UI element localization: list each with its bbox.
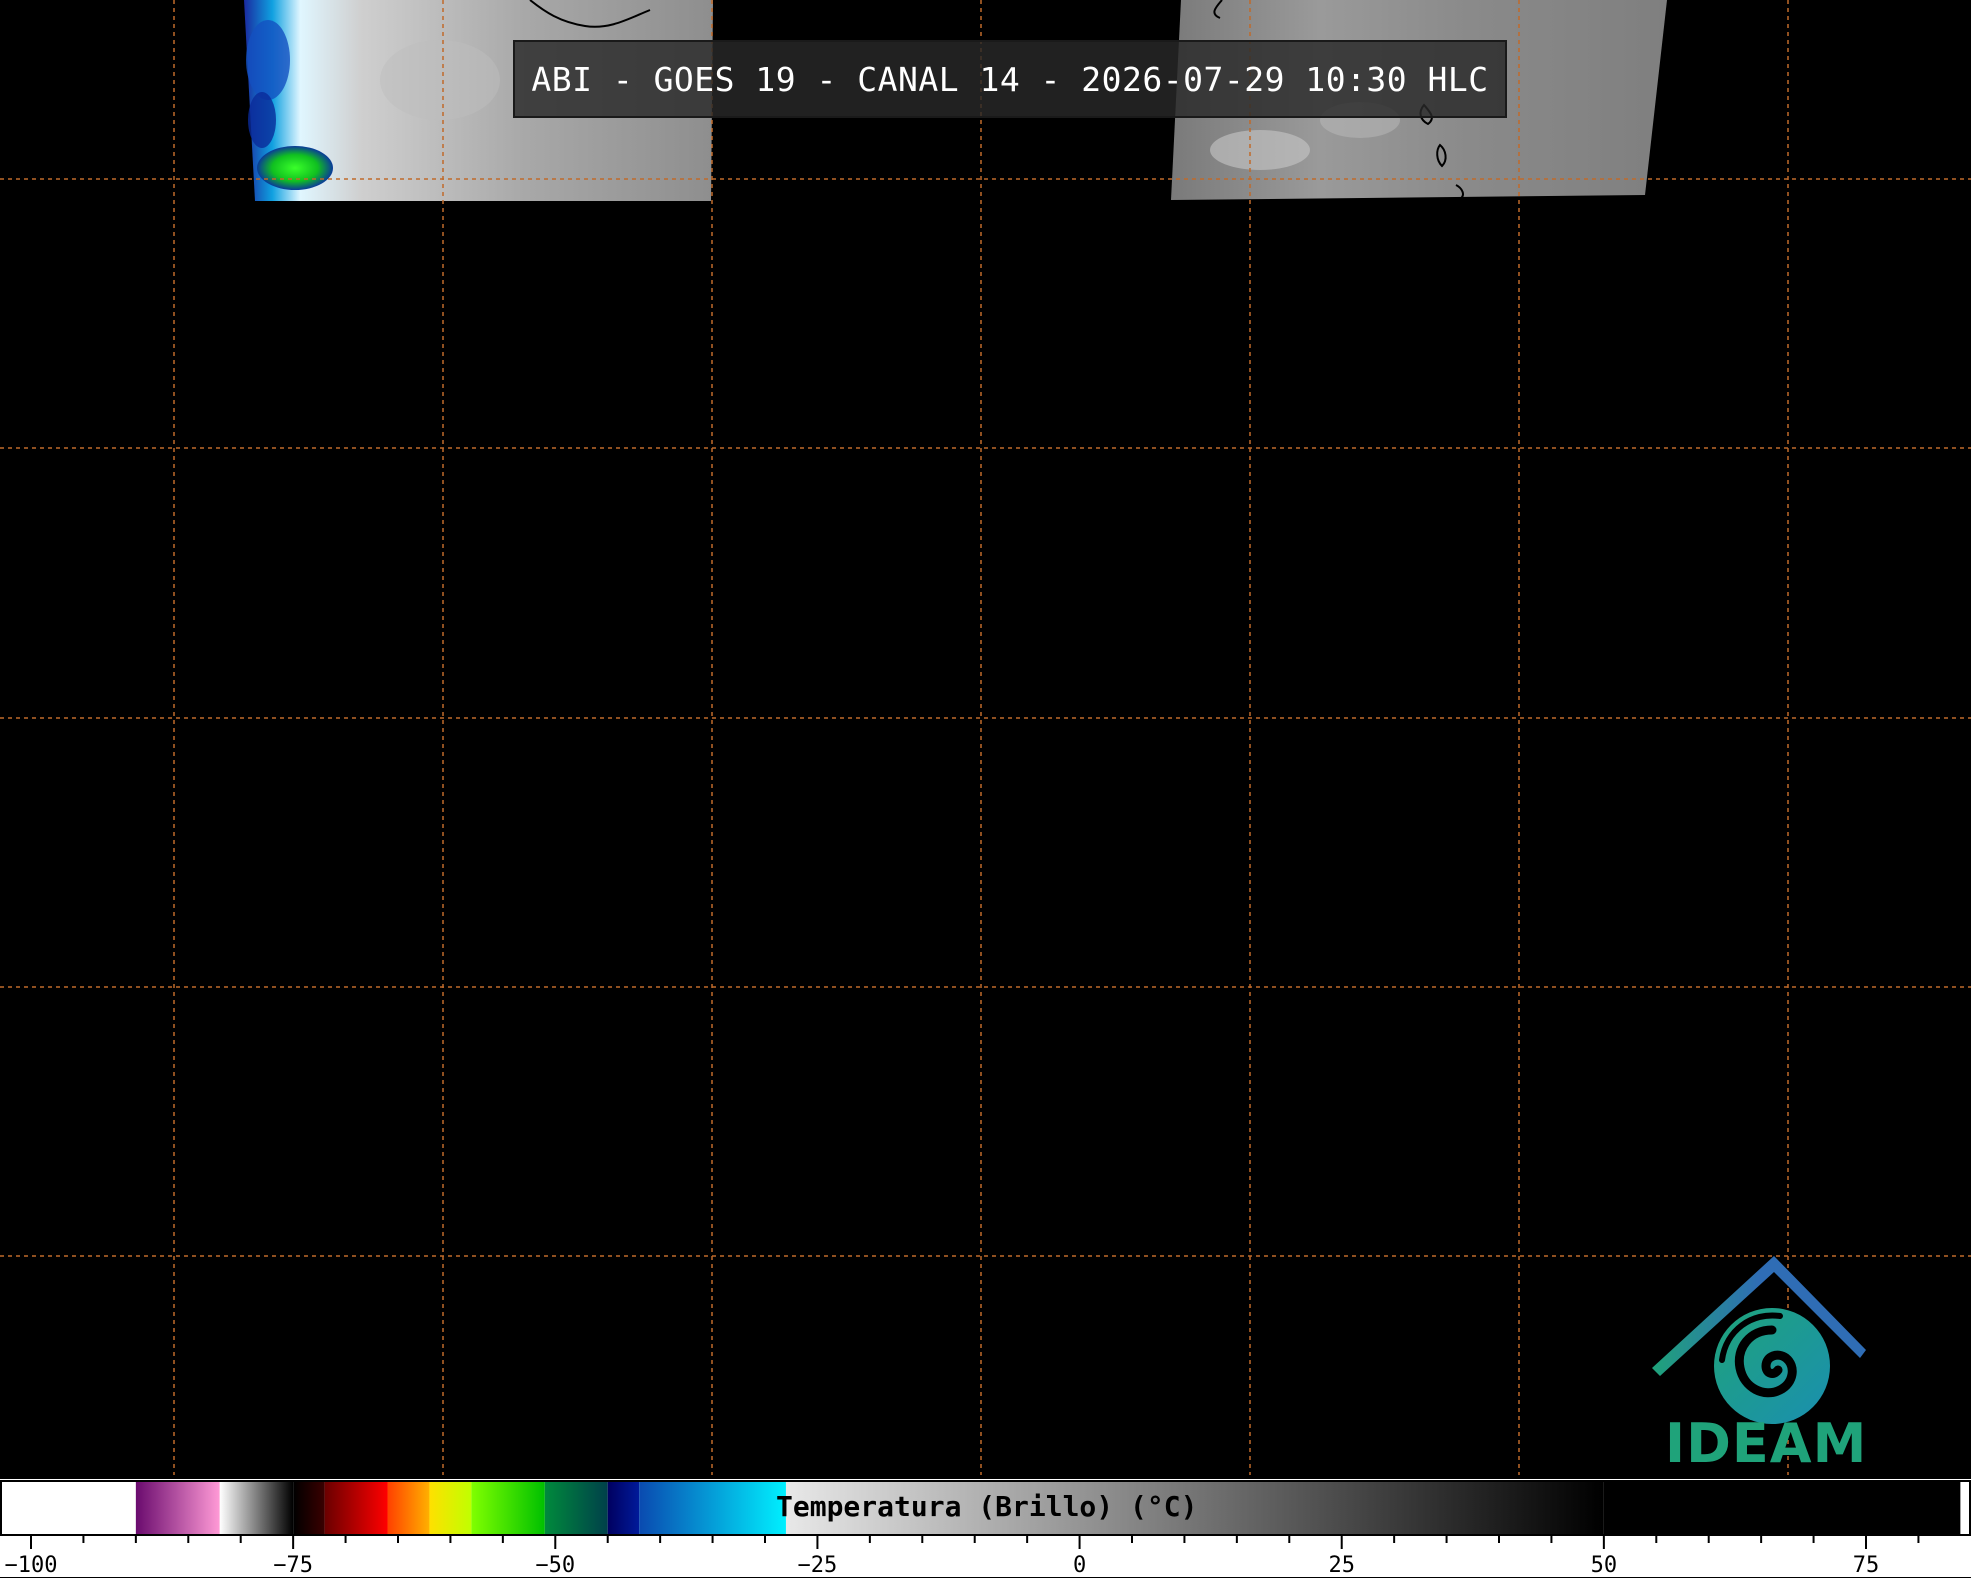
colorbar-segment xyxy=(544,1481,608,1535)
logo-text: IDEAM xyxy=(1665,1412,1868,1475)
colorbar-tick-label: −25 xyxy=(797,1553,838,1578)
colorbar-segment xyxy=(293,1481,325,1535)
colorbar-segment xyxy=(135,1481,220,1535)
colorbar-tick-label: 25 xyxy=(1328,1553,1355,1578)
colorbar-segment xyxy=(1603,1481,1961,1535)
colorbar-segment xyxy=(639,1481,786,1535)
colorbar-segment xyxy=(324,1481,388,1535)
colorbar-segment xyxy=(387,1481,430,1535)
map-title: ABI - GOES 19 - CANAL 14 - 2026-07-29 10… xyxy=(513,40,1507,118)
colorbar-tick-label: −50 xyxy=(535,1553,576,1578)
colorbar-tick-label: −100 xyxy=(4,1553,58,1578)
colorbar-segment xyxy=(471,1481,545,1535)
colorbar-tick-label: 75 xyxy=(1852,1553,1880,1578)
colorbar-label: Temperatura (Brillo) (°C) xyxy=(776,1490,1198,1523)
colorbar-segment xyxy=(10,1481,136,1535)
colorbar-segment xyxy=(607,1481,640,1535)
colorbar-tick-label: 50 xyxy=(1590,1553,1618,1578)
colorbar-segment xyxy=(219,1481,294,1535)
colorbar-tick-label: 0 xyxy=(1072,1553,1087,1578)
colorbar-segment xyxy=(429,1481,472,1535)
colorbar-tick-label: −75 xyxy=(273,1553,314,1578)
